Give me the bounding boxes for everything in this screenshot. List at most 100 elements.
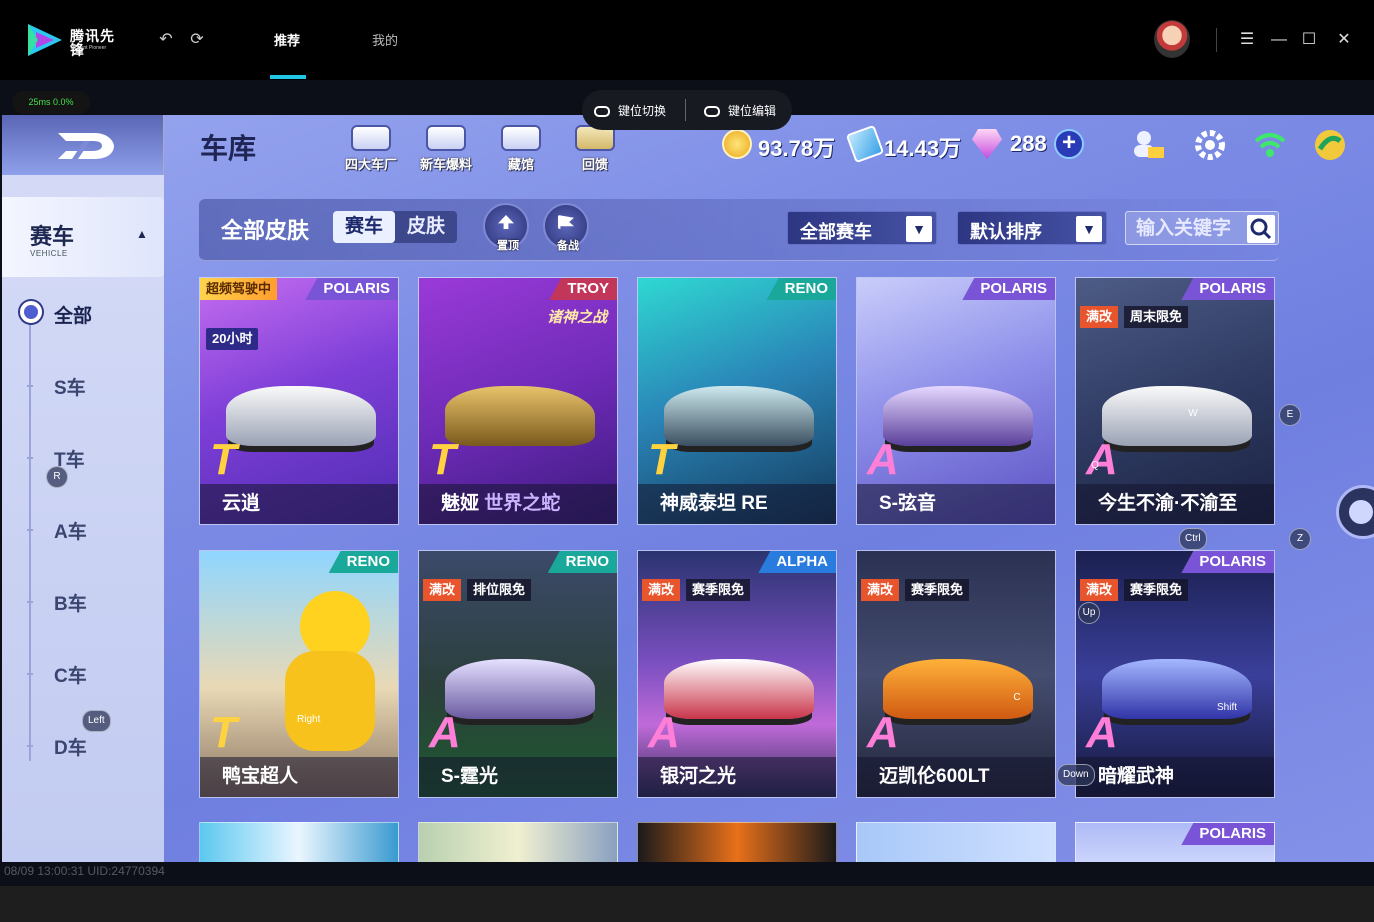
key-edit-button[interactable]: 键位编辑 [704, 102, 776, 119]
car-card[interactable]: RENO T 神威泰坦 RE [637, 277, 837, 525]
car-card[interactable]: 满改 赛季限免 POLARIS A 暗耀武神 [1075, 550, 1275, 798]
refresh-icon[interactable]: ⟳ [187, 30, 207, 50]
key-switch-button[interactable]: 键位切换 [594, 102, 666, 119]
divider [1216, 28, 1217, 52]
tick [27, 529, 33, 531]
category-d[interactable]: D车 [54, 733, 87, 760]
car-render [883, 386, 1033, 446]
friends-mail-icon[interactable] [1130, 127, 1166, 163]
tuned-tag: 满改 [642, 579, 681, 601]
car-render [664, 386, 814, 446]
car-filter-value: 全部赛车 [800, 222, 872, 242]
car-card[interactable]: 满改 周末限免 POLARIS A 今生不渝·不渝至 [1075, 277, 1275, 525]
car-name: 迈凯伦600LT [857, 757, 1055, 797]
key-hint: Down [1057, 764, 1095, 786]
page-title: 车库 [200, 133, 257, 164]
car-card[interactable] [637, 822, 837, 862]
joystick-icon [1349, 500, 1373, 524]
car-card[interactable] [418, 822, 618, 862]
car-name-text: 魅娅 [441, 493, 480, 514]
key-edit-label: 键位编辑 [728, 104, 777, 118]
car-card[interactable]: 诸神之战 TROY T 魅娅 世界之蛇 [418, 277, 618, 525]
new-badge-icon [426, 125, 466, 151]
pin-label: 置顶 [497, 240, 519, 252]
car-card[interactable] [199, 822, 399, 862]
gamepad-icon [704, 106, 720, 118]
chevron-down-icon: ▼ [906, 216, 932, 242]
car-render [1102, 386, 1252, 446]
game-brand [2, 115, 164, 175]
car-name: 云逍 [200, 484, 398, 524]
key-mapping-bar: 键位切换 键位编辑 [582, 90, 792, 130]
free-tag: 赛季限免 [686, 579, 751, 601]
grade-badge: T [648, 435, 675, 484]
tab-mine[interactable]: 我的 [372, 30, 398, 49]
close-icon[interactable]: ✕ [1333, 29, 1355, 51]
collection-button[interactable]: 藏馆 [486, 125, 556, 181]
car-card[interactable] [856, 822, 1056, 862]
category-a[interactable]: A车 [54, 517, 87, 544]
team-badge: POLARIS [1181, 823, 1274, 845]
prepare-button[interactable]: 备战 [543, 203, 589, 252]
tuned-tag: 满改 [861, 579, 900, 601]
car-name-text: 迈凯伦600LT [879, 766, 990, 787]
category-all[interactable]: 全部 [54, 301, 92, 328]
category-timeline [29, 313, 31, 761]
search-input[interactable] [1136, 215, 1244, 243]
car-card[interactable]: RENO T 鸭宝超人 [199, 550, 399, 798]
car-render [445, 659, 595, 719]
car-card[interactable]: 满改 排位限免 RENO A S-霆光 [418, 550, 618, 798]
vehicle-section[interactable]: 赛车 VEHICLE ▲ [2, 197, 164, 277]
logo-icon [28, 24, 62, 56]
search-box [1125, 211, 1279, 245]
grade-badge: A [648, 708, 680, 757]
tick [27, 673, 33, 675]
grade-badge: A [1086, 708, 1118, 757]
factory-icon [351, 125, 391, 151]
car-card[interactable]: 满改 赛季限免 A 迈凯伦600LT [856, 550, 1056, 798]
prepare-label: 备战 [557, 240, 579, 252]
segment-skins[interactable]: 皮肤 [395, 211, 457, 243]
back-icon[interactable]: ↶ [156, 30, 176, 50]
collapse-arrow-icon[interactable]: ▲ [136, 227, 148, 241]
segment-cars[interactable]: 赛车 [333, 211, 395, 243]
key-hint: Ctrl [1179, 528, 1207, 550]
car-subname: 世界之蛇 [484, 493, 561, 514]
uid-timestamp: 08/09 13:00:31 UID:24770394 [4, 864, 165, 878]
pin-top-button[interactable]: 置顶 [483, 203, 529, 252]
car-name: 暗耀武神 [1076, 757, 1274, 797]
user-avatar[interactable] [1154, 20, 1190, 58]
maximize-icon[interactable]: ☐ [1298, 29, 1320, 51]
search-button[interactable] [1247, 215, 1275, 243]
accelerator-icon[interactable] [1312, 127, 1348, 163]
car-filter-dropdown[interactable]: 全部赛车 ▼ [787, 211, 937, 245]
tab-recommend[interactable]: 推荐 [274, 30, 300, 49]
new-car-news-button[interactable]: 新车爆料 [411, 125, 481, 181]
minimize-icon[interactable]: — [1268, 29, 1290, 51]
art-caption: 诸神之战 [547, 309, 608, 326]
sort-dropdown[interactable]: 默认排序 ▼ [957, 211, 1107, 245]
key-hint: Up [1078, 602, 1100, 624]
wifi-icon[interactable] [1252, 127, 1288, 163]
car-card[interactable]: 超频驾驶中 20小时 POLARIS T 云逍 [199, 277, 399, 525]
car-card[interactable]: POLARIS [1075, 822, 1275, 862]
category-s[interactable]: S车 [54, 373, 86, 400]
key-hint: Right [297, 714, 321, 725]
rewards-button[interactable]: 回馈 [560, 125, 630, 181]
coin-icon [722, 129, 752, 159]
packet-loss-value: 0.0% [53, 97, 74, 107]
garage-scene: 赛车 VEHICLE ▲ 全部 S车 T车 A车 B车 C车 D车 车库 四大车… [2, 115, 1374, 862]
car-name: 魅娅 世界之蛇 [419, 484, 617, 524]
add-diamond-button[interactable]: + [1054, 129, 1084, 159]
category-c[interactable]: C车 [54, 661, 87, 688]
car-name-text: S-霆光 [441, 766, 499, 787]
settings-gear-icon[interactable] [1192, 127, 1228, 163]
category-b[interactable]: B车 [54, 589, 87, 616]
key-hint: R [46, 466, 68, 488]
diamond-icon [972, 129, 1002, 159]
car-card[interactable]: 满改 赛季限免 ALPHA A 银河之光 [637, 550, 837, 798]
divider [685, 99, 686, 121]
four-factories-button[interactable]: 四大车厂 [336, 125, 406, 181]
menu-icon[interactable]: ☰ [1236, 29, 1258, 51]
car-card[interactable]: POLARIS A S-弦音 [856, 277, 1056, 525]
